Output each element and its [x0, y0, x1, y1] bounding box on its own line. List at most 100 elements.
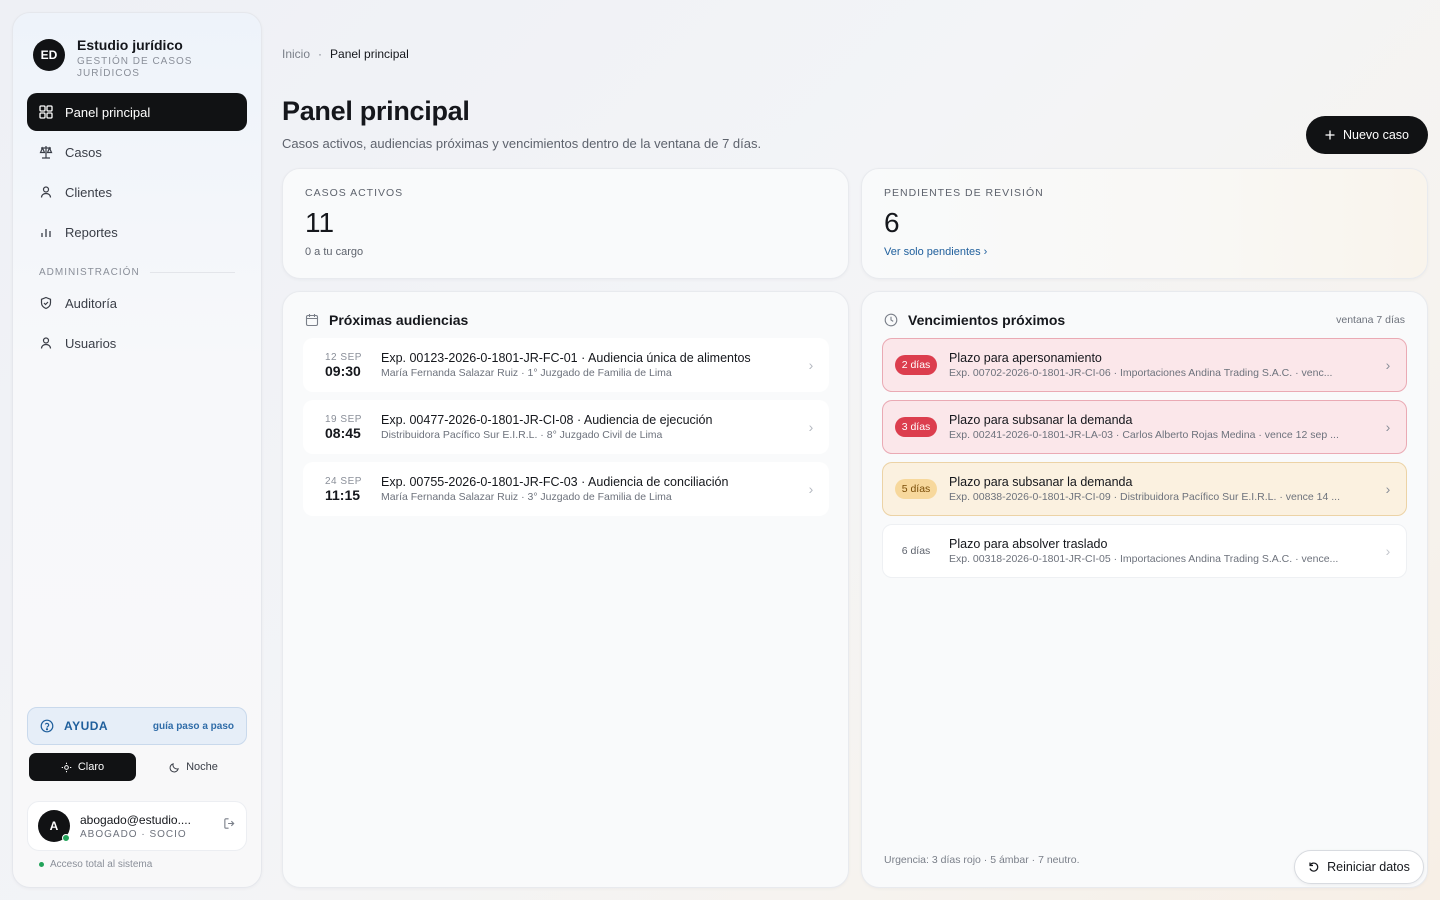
sidebar-section-admin: ADMINISTRACIÓN — [27, 253, 247, 284]
panel-header: Vencimientos próximos ventana 7 días — [884, 312, 1405, 328]
panel-title: Vencimientos próximos — [908, 312, 1066, 328]
stat-card-pending-review: PENDIENTES DE REVISIÓN 6 Ver solo pendie… — [861, 168, 1428, 279]
panel-title: Próximas audiencias — [329, 312, 469, 328]
hearing-day: 19 SEP — [325, 413, 362, 425]
days-left-badge: 6 días — [901, 545, 931, 557]
deadline-row[interactable]: 3 días Plazo para subsanar la demanda Ex… — [882, 400, 1407, 454]
chevron-right-icon: › — [808, 481, 814, 497]
sidebar-nav: Panel principal Casos Clientes Reportes … — [27, 93, 247, 364]
hearing-time: 08:45 — [325, 424, 361, 441]
user-role: ABOGADO · SOCIO — [80, 828, 187, 840]
bar-chart-icon — [41, 229, 51, 237]
brand-logo: ED — [33, 39, 65, 71]
moon-icon — [169, 762, 179, 772]
hearing-time: 09:30 — [325, 362, 361, 379]
deadline-subtitle: Exp. 00241-2026-0-1801-JR-LA-03 · Carlos… — [949, 429, 1339, 441]
sidebar-item-label: Usuarios — [65, 335, 117, 351]
sidebar-item-label: Casos — [65, 144, 102, 160]
stat-value: 6 — [884, 207, 900, 238]
access-dot — [39, 862, 44, 867]
brand-title: Estudio jurídico — [77, 37, 183, 53]
avatar-initial: A — [49, 819, 59, 833]
page-title: Panel principal — [282, 96, 470, 126]
upcoming-deadlines-panel: Vencimientos próximos ventana 7 días 2 d… — [861, 291, 1428, 888]
days-left-badge: 2 días — [895, 355, 937, 375]
grid-icon — [39, 105, 53, 119]
hearing-subtitle: Distribuidora Pacífico Sur E.I.R.L. · 8°… — [381, 429, 663, 441]
sidebar-item-auditoria[interactable]: Auditoría — [27, 284, 247, 322]
hearing-title: Exp. 00477-2026-0-1801-JR-CI-08 · Audien… — [381, 413, 713, 427]
user-icon — [40, 337, 52, 349]
deadline-row[interactable]: 6 días Plazo para absolver traslado Exp.… — [882, 524, 1407, 578]
reset-data-button[interactable]: Reiniciar datos — [1294, 850, 1424, 884]
sidebar: ED Estudio jurídico GESTIÓN DE CASOS JUR… — [12, 12, 262, 888]
stat-label: CASOS ACTIVOS — [305, 187, 404, 199]
hearing-row[interactable]: 19 SEP 08:45 Exp. 00477-2026-0-1801-JR-C… — [303, 400, 829, 454]
hearing-day: 12 SEP — [325, 351, 362, 363]
deadline-title: Plazo para subsanar la demanda — [949, 413, 1133, 427]
access-status: Acceso total al sistema — [39, 859, 152, 870]
stat-label: PENDIENTES DE REVISIÓN — [884, 187, 1044, 199]
theme-toggle: Claro Noche — [29, 753, 247, 781]
page-subtitle: Casos activos, audiencias próximas y ven… — [282, 136, 762, 151]
brand-subtitle: GESTIÓN DE CASOS JURÍDICOS — [77, 56, 193, 79]
help-button[interactable]: AYUDA guía paso a paso — [27, 707, 247, 745]
avatar: A — [38, 810, 70, 842]
hearing-title: Exp. 00123-2026-0-1801-JR-FC-01 · Audien… — [381, 351, 751, 365]
theme-light-label: Claro — [77, 761, 105, 773]
deadline-row[interactable]: 5 días Plazo para subsanar la demanda Ex… — [882, 462, 1407, 516]
brand: ED Estudio jurídico GESTIÓN DE CASOS JUR… — [33, 37, 207, 80]
logout-icon[interactable] — [223, 817, 236, 835]
user-email: abogado@estudio.... — [80, 812, 191, 827]
reset-data-label: Reiniciar datos — [1327, 860, 1410, 874]
theme-dark-button[interactable]: Noche — [140, 753, 247, 781]
theme-light-button[interactable]: Claro — [29, 753, 136, 781]
chevron-right-icon: › — [1385, 481, 1391, 497]
sidebar-item-label: Auditoría — [65, 295, 118, 311]
scale-icon — [39, 146, 53, 159]
chevron-right-icon: › — [808, 357, 814, 373]
hearing-title: Exp. 00755-2026-0-1801-JR-FC-03 · Audien… — [381, 475, 729, 489]
hearing-date: 12 SEP 09:30 — [325, 352, 381, 379]
sidebar-item-label: Panel principal — [65, 104, 151, 120]
upcoming-hearings-panel: Próximas audiencias 12 SEP 09:30 Exp. 00… — [282, 291, 849, 888]
shield-icon — [40, 296, 52, 310]
days-left-badge: 5 días — [895, 479, 937, 499]
deadline-subtitle: Exp. 00702-2026-0-1801-JR-CI-06 · Import… — [949, 367, 1333, 379]
user-card: A abogado@estudio.... ABOGADO · SOCIO — [27, 801, 247, 851]
chevron-right-icon: › — [808, 419, 814, 435]
hearing-row[interactable]: 24 SEP 11:15 Exp. 00755-2026-0-1801-JR-F… — [303, 462, 829, 516]
sidebar-item-label: Clientes — [65, 184, 112, 200]
access-label: Acceso total al sistema — [50, 859, 153, 870]
calendar-icon — [305, 314, 319, 327]
hearing-row[interactable]: 12 SEP 09:30 Exp. 00123-2026-0-1801-JR-F… — [303, 338, 829, 392]
sidebar-item-reportes[interactable]: Reportes — [27, 213, 247, 251]
pending-filter-link[interactable]: Ver solo pendientes › — [884, 246, 987, 258]
chevron-right-icon: › — [1385, 543, 1391, 559]
chevron-right-icon: › — [1385, 357, 1391, 373]
deadline-subtitle: Exp. 00838-2026-0-1801-JR-CI-09 · Distri… — [949, 491, 1341, 503]
stat-value: 11 — [305, 207, 335, 238]
online-status-dot — [62, 834, 70, 842]
deadline-row[interactable]: 2 días Plazo para apersonamiento Exp. 00… — [882, 338, 1407, 392]
help-circle-icon — [40, 719, 54, 733]
new-case-button[interactable]: Nuevo caso — [1306, 116, 1428, 154]
clock-icon — [884, 313, 898, 327]
sidebar-item-panel-principal[interactable]: Panel principal — [27, 93, 247, 131]
hearing-time: 11:15 — [325, 486, 361, 503]
new-case-label: Nuevo caso — [1342, 128, 1409, 142]
stat-card-active-cases: CASOS ACTIVOS 11 0 a tu cargo — [282, 168, 849, 279]
help-guide-link[interactable]: guía paso a paso — [153, 721, 234, 732]
sidebar-item-clientes[interactable]: Clientes — [27, 173, 247, 211]
sidebar-item-usuarios[interactable]: Usuarios — [27, 324, 247, 362]
hearing-date: 19 SEP 08:45 — [325, 414, 381, 441]
sidebar-item-label: Reportes — [65, 224, 118, 240]
breadcrumb-home[interactable]: Inicio — [282, 47, 310, 61]
deadline-title: Plazo para apersonamiento — [949, 351, 1102, 365]
hearing-date: 24 SEP 11:15 — [325, 476, 381, 503]
help-label: AYUDA — [64, 719, 109, 733]
sidebar-item-casos[interactable]: Casos — [27, 133, 247, 171]
days-left-badge: 3 días — [895, 417, 937, 437]
deadline-title: Plazo para absolver traslado — [949, 537, 1108, 551]
hearing-subtitle: María Fernanda Salazar Ruiz · 1° Juzgado… — [381, 367, 672, 379]
